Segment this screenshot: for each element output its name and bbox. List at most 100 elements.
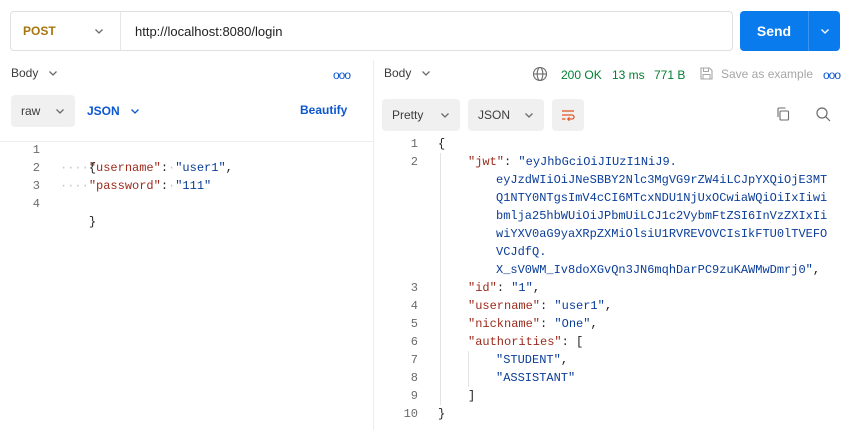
json-value-wrap: Q1NTY0NTgsImV4cCI6MTcxNDU1NjUxOCwiaWQiOi… xyxy=(496,191,828,205)
chevron-down-icon xyxy=(56,109,64,114)
url-input[interactable]: http://localhost:8080/login xyxy=(121,12,732,50)
code-line: { xyxy=(60,141,96,175)
wrap-lines-icon xyxy=(562,110,575,122)
json-key: "username" xyxy=(468,299,541,313)
code-line: "authorities": [ xyxy=(468,335,584,349)
code-line: "ASSISTANT" xyxy=(496,369,575,387)
request-body-editor[interactable]: 1 2 3 4 { ····"username":·"user1", ····"… xyxy=(0,141,373,430)
code-line: "id": "1", xyxy=(468,281,541,295)
json-bracket: ] xyxy=(468,389,476,403)
code-line: ] xyxy=(468,387,475,405)
json-key: "jwt" xyxy=(468,155,505,169)
send-options-button[interactable] xyxy=(808,11,840,51)
json-value: "user1" xyxy=(554,299,605,313)
request-body-label: Body xyxy=(11,66,39,80)
json-value-wrap: wiYXV0aG9yaXRpZXMiOlsiU1RVREVOVCIsIkFTU0… xyxy=(496,227,828,241)
json-value: "eyJhbGciOiJIUzI1NiJ9. xyxy=(518,155,677,169)
line-number: 3 xyxy=(32,179,40,193)
method-select[interactable]: POST xyxy=(11,12,121,50)
line-number: 5 xyxy=(410,317,418,331)
method-label: POST xyxy=(23,24,56,38)
json-value: "1" xyxy=(511,281,533,295)
line-number: 2 xyxy=(410,155,418,169)
send-button[interactable]: Send xyxy=(740,11,808,51)
json-colon: : xyxy=(160,179,169,193)
chevron-down-icon xyxy=(820,29,829,34)
json-value: "user1" xyxy=(175,161,226,175)
chevron-down-icon xyxy=(49,71,58,76)
globe-icon[interactable] xyxy=(532,66,548,82)
response-more-button[interactable]: ooo xyxy=(823,68,841,82)
code-line: } xyxy=(438,405,445,423)
request-url-bar: POST http://localhost:8080/login xyxy=(10,11,733,51)
code-line: X_sV0WM_Iv8doXGvQn3JN6mqhDarPC9zuKAWMwDm… xyxy=(496,263,821,277)
body-mode-label: raw xyxy=(21,104,41,118)
body-format-select[interactable]: JSON xyxy=(87,95,140,127)
response-size[interactable]: 771 B xyxy=(654,68,685,82)
response-body-label: Body xyxy=(384,66,412,80)
code-line: } xyxy=(60,195,96,229)
json-value-wrap: eyJzdWIiOiJNeSBBY2Nlc3MgVG9rZW4iLCJpYXQi… xyxy=(496,173,828,187)
search-icon[interactable] xyxy=(815,106,832,123)
chevron-down-icon xyxy=(525,113,533,118)
json-value-wrap: bmlja25hbWUiOiJPbmUiLCJ1c2VybmFtZSI6InVz… xyxy=(496,209,828,223)
json-key: "username" xyxy=(88,161,161,175)
view-mode-select[interactable]: Pretty xyxy=(382,99,460,131)
code-line: ····"password":·"111" xyxy=(60,179,212,193)
json-value-wrap: X_sV0WM_Iv8doXGvQn3JN6mqhDarPC9zuKAWMwDm… xyxy=(496,263,813,277)
line-number: 9 xyxy=(410,389,418,403)
status-code[interactable]: 200 OK xyxy=(561,68,602,82)
body-mode-select[interactable]: raw xyxy=(11,95,75,127)
chevron-down-icon xyxy=(130,109,139,114)
json-brace: } xyxy=(88,215,97,229)
line-number: 4 xyxy=(32,197,40,211)
copy-icon[interactable] xyxy=(775,106,791,122)
response-time[interactable]: 13 ms xyxy=(612,68,645,82)
json-value: "STUDENT" xyxy=(496,353,561,367)
json-brace: } xyxy=(438,407,446,421)
line-number: 1 xyxy=(410,137,418,151)
url-text: http://localhost:8080/login xyxy=(135,23,283,39)
wrap-lines-button[interactable] xyxy=(552,99,584,131)
response-format-select[interactable]: JSON xyxy=(468,99,544,131)
json-key: "authorities" xyxy=(468,335,562,349)
json-colon: : xyxy=(160,161,169,175)
json-value: "111" xyxy=(175,179,212,193)
code-line: ····"username":·"user1", xyxy=(60,161,233,175)
line-number: 4 xyxy=(410,299,418,313)
code-line: { xyxy=(438,135,445,153)
json-comma: , xyxy=(225,161,233,175)
json-value: "ASSISTANT" xyxy=(496,371,576,385)
json-value-wrap: VCJdfQ. xyxy=(496,245,547,259)
response-format-label: JSON xyxy=(478,108,511,122)
save-as-example-label: Save as example xyxy=(721,66,814,81)
json-key: "password" xyxy=(88,179,161,193)
response-body-viewer[interactable]: 1 2 3 4 5 6 7 8 9 10 { "jwt": "eyJhbGciO… xyxy=(374,135,855,430)
save-as-example-button[interactable]: Save as example xyxy=(699,66,813,81)
json-bracket: [ xyxy=(576,335,584,349)
request-body-tab[interactable]: Body xyxy=(11,66,58,80)
json-key: "id" xyxy=(468,281,497,295)
json-key: "nickname" xyxy=(468,317,541,331)
line-number: 3 xyxy=(410,281,418,295)
line-number: 8 xyxy=(410,371,418,385)
line-number: 7 xyxy=(410,353,418,367)
line-number: 2 xyxy=(32,161,40,175)
json-brace: { xyxy=(438,137,446,151)
indent-guide xyxy=(468,351,469,387)
beautify-button[interactable]: Beautify xyxy=(300,103,347,117)
code-line: "nickname": "One", xyxy=(468,317,598,331)
code-line: "jwt": "eyJhbGciOiJIUzI1NiJ9. xyxy=(468,155,677,169)
indent-guide xyxy=(440,153,441,405)
response-body-tab[interactable]: Body xyxy=(384,66,431,80)
request-more-button[interactable]: ooo xyxy=(333,68,351,82)
view-mode-label: Pretty xyxy=(392,108,424,122)
chevron-down-icon xyxy=(441,113,449,118)
line-number: 10 xyxy=(403,407,418,421)
line-number: 1 xyxy=(32,143,40,157)
line-number: 6 xyxy=(410,335,418,349)
code-line: "STUDENT", xyxy=(496,353,569,367)
code-line: "username": "user1", xyxy=(468,299,613,313)
save-icon xyxy=(700,67,713,80)
json-value: "One" xyxy=(554,317,591,331)
